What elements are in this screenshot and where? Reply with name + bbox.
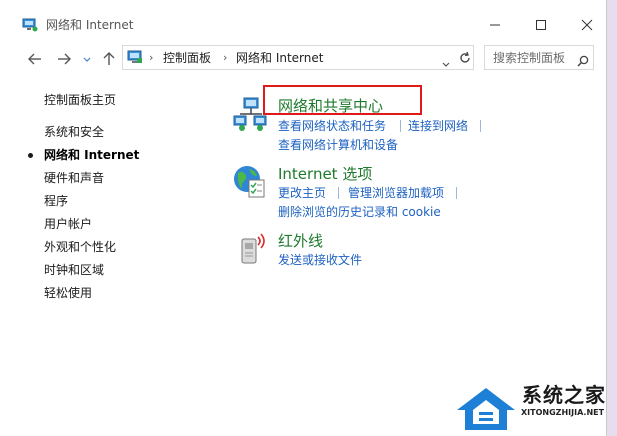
watermark-logo: 系统之家 XITONGZHIJIA.NET <box>453 380 617 436</box>
connect-to-network-link[interactable]: 连接到网络 <box>408 118 468 134</box>
view-network-computers-link[interactable]: 查看网络计算机和设备 <box>278 137 398 153</box>
forward-arrow-icon[interactable] <box>55 50 73 68</box>
control-panel-icon <box>127 50 143 65</box>
delete-browsing-history-link[interactable]: 删除浏览的历史记录和 cookie <box>278 204 441 220</box>
sidebar-item-user-accounts[interactable]: 用户帐户 <box>44 216 92 232</box>
link-separator <box>338 187 339 199</box>
watermark-subtitle: XITONGZHIJIA.NET <box>521 408 605 417</box>
close-button[interactable] <box>564 10 606 40</box>
search-icon[interactable] <box>577 52 589 71</box>
highlight-box <box>263 85 422 115</box>
up-arrow-icon[interactable] <box>100 50 118 68</box>
maximize-button[interactable] <box>518 10 564 40</box>
sidebar-item-ease-of-access[interactable]: 轻松使用 <box>44 285 92 301</box>
breadcrumb-separator-icon: › <box>223 51 228 64</box>
link-separator <box>456 187 457 199</box>
internet-options-icon <box>232 164 268 200</box>
infrared-title-link[interactable]: 红外线 <box>278 231 323 251</box>
sidebar-item-clock-region[interactable]: 时钟和区域 <box>44 262 104 278</box>
manage-addons-link[interactable]: 管理浏览器加载项 <box>348 185 444 201</box>
change-homepage-link[interactable]: 更改主页 <box>278 185 326 201</box>
sidebar-item-network-internet[interactable]: 网络和 Internet <box>44 147 139 163</box>
recent-locations-chevron-icon[interactable] <box>81 50 93 68</box>
minimize-button[interactable] <box>472 10 518 40</box>
breadcrumb-separator-icon: › <box>149 51 154 64</box>
sidebar-item-appearance[interactable]: 外观和个性化 <box>44 239 116 255</box>
search-input[interactable]: 搜索控制面板 <box>493 50 565 66</box>
watermark-title: 系统之家 <box>522 383 606 407</box>
address-bar[interactable]: › 控制面板 › 网络和 Internet <box>122 45 474 70</box>
sidebar-item-hardware-sound[interactable]: 硬件和声音 <box>44 170 104 186</box>
sidebar-item-system-security[interactable]: 系统和安全 <box>44 124 104 140</box>
network-window-icon <box>22 17 38 32</box>
breadcrumb-network-internet[interactable]: 网络和 Internet <box>236 50 323 66</box>
view-network-status-link[interactable]: 查看网络状态和任务 <box>278 118 386 134</box>
send-receive-files-link[interactable]: 发送或接收文件 <box>278 252 362 268</box>
link-separator <box>400 120 401 132</box>
link-separator <box>480 120 481 132</box>
active-bullet-icon <box>28 153 33 158</box>
window-title: 网络和 Internet <box>46 18 134 32</box>
watermark-house-icon <box>457 388 515 430</box>
infrared-icon <box>232 231 268 267</box>
address-dropdown-chevron-icon[interactable] <box>441 54 451 73</box>
internet-options-title-link[interactable]: Internet 选项 <box>278 164 372 184</box>
control-panel-window: 网络和 Internet › 控制面板 › 网络和 Internet 搜索控制面… <box>0 0 607 436</box>
breadcrumb-control-panel[interactable]: 控制面板 <box>163 50 211 66</box>
search-box[interactable]: 搜索控制面板 <box>484 45 594 70</box>
back-arrow-icon[interactable] <box>26 50 44 68</box>
sidebar-item-programs[interactable]: 程序 <box>44 193 68 209</box>
sidebar-item-control-panel-home[interactable]: 控制面板主页 <box>44 92 116 108</box>
title-bar: 网络和 Internet <box>0 0 606 38</box>
refresh-icon[interactable] <box>458 50 472 64</box>
